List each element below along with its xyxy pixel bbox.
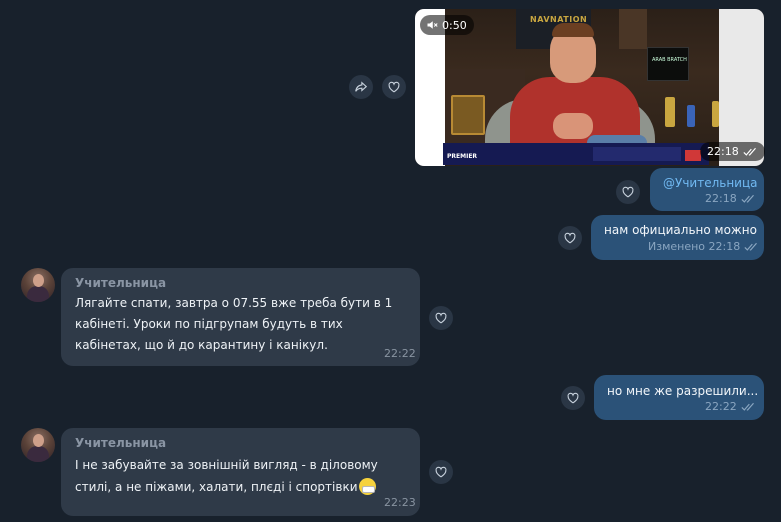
video-duration-chip[interactable]: 0:50 [420,15,474,35]
heart-icon [435,466,447,478]
double-check-icon [741,402,754,411]
double-check-icon [741,194,754,203]
message-text: Лягайте спати, завтра о 07.55 вже треба … [75,296,393,352]
message-time: 22:18 [708,240,741,253]
react-button[interactable] [382,75,406,99]
sender-name[interactable]: Учительница [75,436,166,450]
share-button[interactable] [349,75,373,99]
video-time-chip: 22:18 [700,142,765,161]
message-time: 22:22 [705,400,737,413]
react-button[interactable] [429,306,453,330]
message-meta: 22:18 [705,192,756,205]
mute-icon[interactable] [426,19,438,31]
heart-icon [564,232,576,244]
message-meta: 22:22 [705,400,756,413]
mention-link[interactable]: @Учительница [663,176,757,190]
react-button[interactable] [616,180,640,204]
react-button[interactable] [429,460,453,484]
video-time: 22:18 [707,145,739,158]
ticker-text: PREMIER [447,153,478,160]
message-time: 22:22 [384,347,416,360]
double-check-icon [744,242,758,251]
avatar[interactable] [21,268,55,302]
sender-name[interactable]: Учительница [75,276,166,290]
edited-label: Изменено [648,240,706,253]
message-text: І не забувайте за зовнішній вигляд - в д… [75,458,378,494]
heart-icon [567,392,579,404]
incoming-message[interactable]: Учительница І не забувайте за зовнішній … [61,428,420,516]
avatar[interactable] [21,428,55,462]
message-meta: Изменено 22:18 [648,240,759,253]
incoming-message[interactable]: Учительница Лягайте спати, завтра о 07.5… [61,268,420,366]
heart-icon [622,186,634,198]
react-button[interactable] [558,226,582,250]
outgoing-message[interactable]: нам официально можно Изменено 22:18 [591,215,764,260]
message-text: но мне же разрешили... [607,384,759,398]
double-check-icon [743,147,756,156]
heart-icon [435,312,447,324]
monitor-text: ARAB BRATCH [652,57,687,63]
message-text: нам официально можно [604,223,757,237]
outgoing-message[interactable]: @Учительница 22:18 [650,168,764,211]
message-time: 22:23 [384,496,416,509]
react-button[interactable] [561,386,585,410]
share-icon [355,81,368,92]
message-time: 22:18 [705,192,737,205]
video-duration: 0:50 [442,18,467,32]
heart-icon [388,81,400,93]
outgoing-message[interactable]: но мне же разрешили... 22:22 [594,375,764,420]
message-body: І не забувайте за зовнішній вигляд - в д… [75,454,410,498]
mask-emoji-icon [358,478,376,495]
